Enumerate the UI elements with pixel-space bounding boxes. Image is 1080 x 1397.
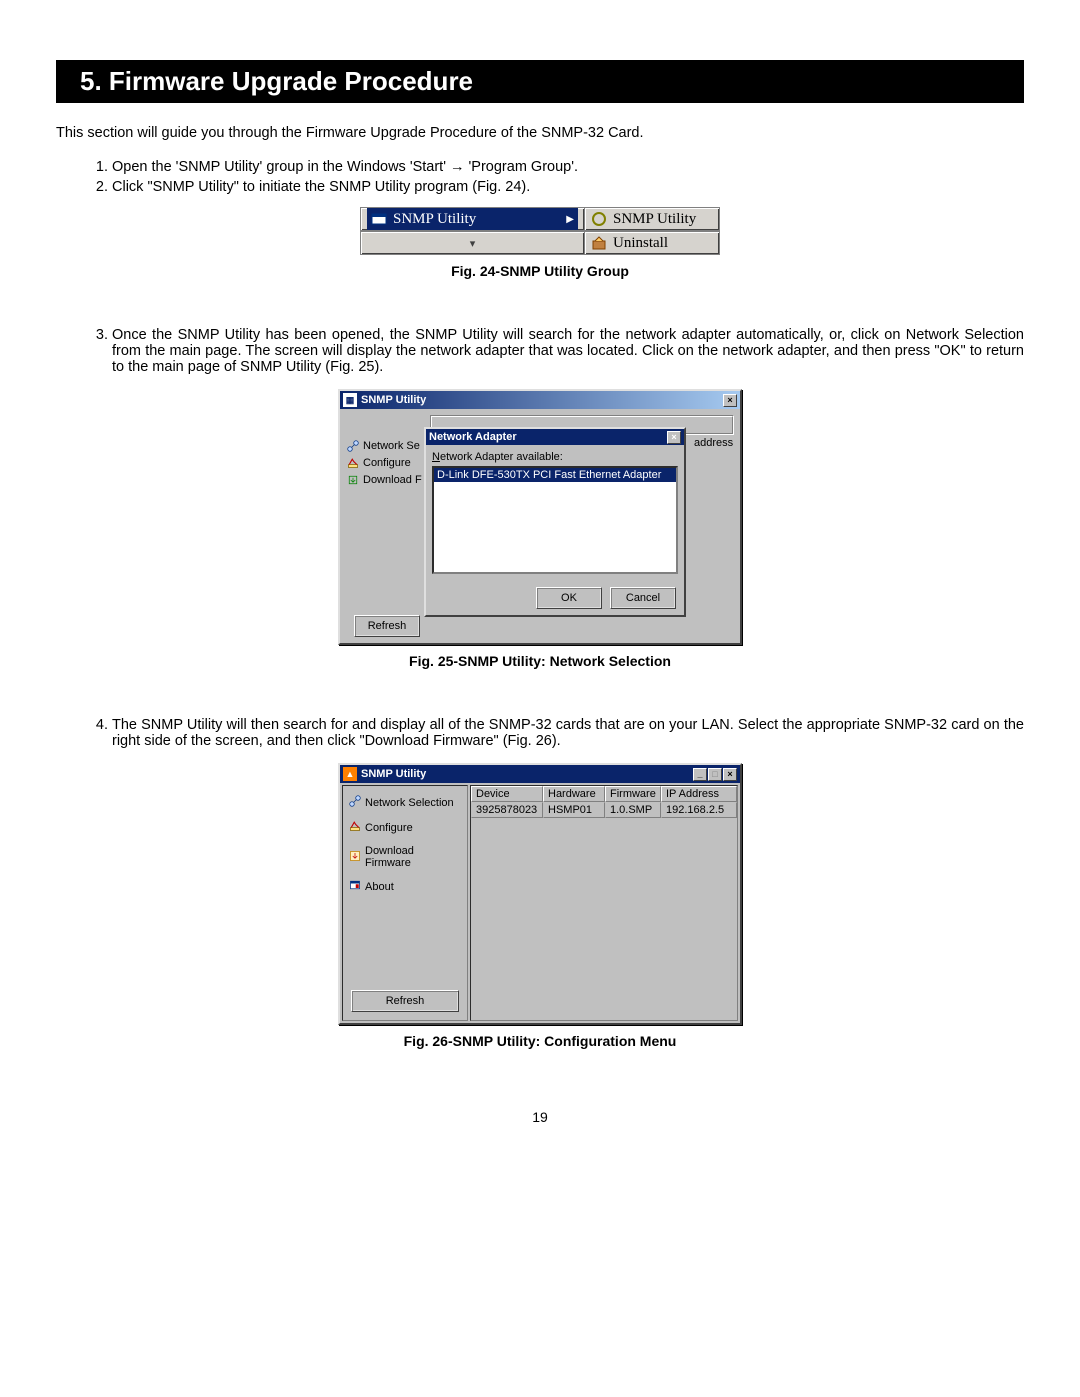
window-title: SNMP Utility [361,768,426,780]
cell-hardware: HSMP01 [543,802,605,818]
col-device[interactable]: Device [471,786,543,802]
side-panel: Network Se Configure Download F [346,437,428,637]
window-title: SNMP Utility [361,394,426,406]
submenu-label: SNMP Utility [613,211,696,228]
refresh-button[interactable]: Refresh [354,615,420,637]
nav-download-firmware[interactable]: Download F [346,471,428,488]
step-1: Open the 'SNMP Utility' group in the Win… [112,159,1024,175]
network-icon [349,795,361,810]
network-adapter-dialog: Network Adapter × NNetwork Adapter avail… [424,427,686,617]
device-grid: Device Hardware Firmware IP Address 3925… [470,785,738,1021]
nav-configure[interactable]: Configure [343,815,467,840]
download-icon [346,473,360,487]
menu-expand[interactable]: ▾ [360,231,585,255]
about-icon [349,879,361,894]
submenu-item-snmp-utility[interactable]: SNMP Utility [585,207,720,231]
titlebar: ▲ SNMP Utility _ □ × [340,765,740,783]
titlebar: ▦ SNMP Utility × [340,391,740,409]
step-4: The SNMP Utility will then search for an… [112,717,1024,749]
nav-label: Download Firmware [365,845,461,869]
configure-icon [346,456,360,470]
column-address-label: address [694,437,734,449]
col-hardware[interactable]: Hardware [543,786,605,802]
app-icon: ▦ [343,393,357,407]
submenu-label: Uninstall [613,235,668,252]
nav-label: Network Se [363,440,420,452]
cancel-button[interactable]: Cancel [610,587,676,609]
grid-header-row: Device Hardware Firmware IP Address [471,786,737,802]
cell-firmware: 1.0.SMP [605,802,661,818]
app-icon [591,211,607,227]
fig25-caption: Fig. 25-SNMP Utility: Network Selection [56,653,1024,669]
submenu-item-uninstall[interactable]: Uninstall [585,231,720,255]
nav-label: About [365,881,394,893]
network-icon [346,439,360,453]
close-icon[interactable]: × [723,768,737,781]
expand-chevron-icon: ▾ [367,237,578,250]
cell-device: 3925878023 [471,802,543,818]
dialog-title: Network Adapter [429,431,517,443]
refresh-button[interactable]: Refresh [351,990,459,1012]
nav-network-selection[interactable]: Network Selection [343,790,467,815]
nav-label: Configure [363,457,411,469]
nav-configure[interactable]: Configure [346,454,428,471]
fig24-start-menu: SNMP Utility ▶ SNMP Utility ▾ Uninstall [360,207,720,255]
intro-text: This section will guide you through the … [56,125,1024,141]
nav-network-selection[interactable]: Network Se [346,437,428,454]
nav-label: Download F [363,474,422,486]
menu-label: SNMP Utility [393,211,476,228]
minimize-icon[interactable]: _ [693,768,707,781]
col-ip[interactable]: IP Address [661,786,737,802]
adapter-available-label: NNetwork Adapter available:etwork Adapte… [432,451,678,463]
adapter-listbox[interactable]: D-Link DFE-530TX PCI Fast Ethernet Adapt… [432,466,678,574]
uninstall-icon [591,235,607,251]
close-icon[interactable]: × [723,394,737,407]
app-icon: ▲ [343,767,357,781]
step-2: Click "SNMP Utility" to initiate the SNM… [112,179,1024,195]
nav-about[interactable]: About [343,874,467,899]
cell-ip: 192.168.2.5 [661,802,737,818]
configure-icon [349,820,361,835]
fig24-caption: Fig. 24-SNMP Utility Group [56,263,1024,279]
program-group-icon [371,211,387,227]
fig25-window: ▦ SNMP Utility × address Network Se Conf… [338,389,742,645]
fig26-window: ▲ SNMP Utility _ □ × Network Selection C… [338,763,742,1025]
dialog-titlebar: Network Adapter × [426,429,684,445]
close-icon[interactable]: × [667,431,681,444]
nav-panel: Network Selection Configure Download Fir… [342,785,468,1021]
page-number: 19 [56,1109,1024,1125]
adapter-list-item[interactable]: D-Link DFE-530TX PCI Fast Ethernet Adapt… [434,468,676,482]
col-firmware[interactable]: Firmware [605,786,661,802]
fig26-caption: Fig. 26-SNMP Utility: Configuration Menu [56,1033,1024,1049]
nav-label: Configure [365,822,413,834]
submenu-arrow-icon: ▶ [566,214,574,225]
menu-item-snmp-group[interactable]: SNMP Utility ▶ [360,207,585,231]
ok-button[interactable]: OK [536,587,602,609]
nav-label: Network Selection [365,797,454,809]
maximize-icon: □ [708,768,722,781]
step-3: Once the SNMP Utility has been opened, t… [112,327,1024,375]
section-heading: 5. Firmware Upgrade Procedure [56,60,1024,103]
nav-download-firmware[interactable]: Download Firmware [343,840,467,874]
download-icon [349,850,361,865]
grid-data-row[interactable]: 3925878023 HSMP01 1.0.SMP 192.168.2.5 [471,802,737,818]
